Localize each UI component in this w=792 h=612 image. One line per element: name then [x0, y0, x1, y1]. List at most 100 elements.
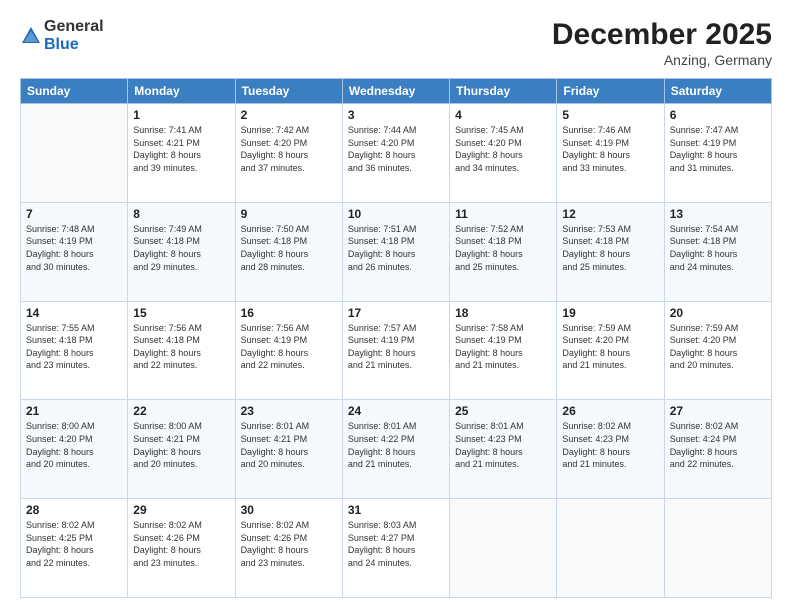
col-header-wednesday: Wednesday [342, 79, 449, 104]
day-info: Sunrise: 8:02 AM Sunset: 4:24 PM Dayligh… [670, 420, 766, 470]
day-info: Sunrise: 8:03 AM Sunset: 4:27 PM Dayligh… [348, 519, 444, 569]
header: General Blue December 2025 Anzing, Germa… [20, 18, 772, 68]
day-number: 30 [241, 503, 337, 517]
day-number: 10 [348, 207, 444, 221]
day-cell: 22Sunrise: 8:00 AM Sunset: 4:21 PM Dayli… [128, 400, 235, 499]
day-cell: 2 Sunrise: 7:42 AM Sunset: 4:20 PM Daylig… [235, 104, 342, 203]
col-header-friday: Friday [557, 79, 664, 104]
day-number: 15 [133, 306, 229, 320]
day-number: 3 [348, 108, 444, 122]
month-year: December 2025 [552, 18, 772, 52]
day-info: Sunrise: 7:49 AM Sunset: 4:18 PM Dayligh… [133, 223, 229, 273]
day-info: Sunrise: 8:00 AM Sunset: 4:20 PM Dayligh… [26, 420, 122, 470]
week-row-2: 7 Sunrise: 7:48 AM Sunset: 4:19 PM Daylig… [21, 202, 772, 301]
day-info: Sunrise: 7:58 AM Sunset: 4:19 PM Dayligh… [455, 322, 551, 372]
day-info: Sunrise: 7:59 AM Sunset: 4:20 PM Dayligh… [670, 322, 766, 372]
day-cell: 24Sunrise: 8:01 AM Sunset: 4:22 PM Dayli… [342, 400, 449, 499]
day-info: Sunrise: 7:59 AM Sunset: 4:20 PM Dayligh… [562, 322, 658, 372]
day-info: Sunrise: 7:46 AM Sunset: 4:19 PM Dayligh… [562, 124, 658, 174]
day-info: Sunrise: 7:47 AM Sunset: 4:19 PM Dayligh… [670, 124, 766, 174]
logo-general-text: General [44, 18, 104, 36]
day-info: Sunrise: 7:56 AM Sunset: 4:18 PM Dayligh… [133, 322, 229, 372]
day-info: Sunrise: 7:52 AM Sunset: 4:18 PM Dayligh… [455, 223, 551, 273]
day-cell: 31 Sunrise: 8:03 AM Sunset: 4:27 PM Dayli… [342, 499, 449, 598]
day-cell [557, 499, 664, 598]
day-number: 27 [670, 404, 766, 418]
day-number: 16 [241, 306, 337, 320]
day-info: Sunrise: 8:01 AM Sunset: 4:23 PM Dayligh… [455, 420, 551, 470]
day-info: Sunrise: 7:55 AM Sunset: 4:18 PM Dayligh… [26, 322, 122, 372]
day-cell: 20Sunrise: 7:59 AM Sunset: 4:20 PM Dayli… [664, 301, 771, 400]
day-cell: 19 Sunrise: 7:59 AM Sunset: 4:20 PM Dayli… [557, 301, 664, 400]
page: General Blue December 2025 Anzing, Germa… [0, 0, 792, 612]
col-header-sunday: Sunday [21, 79, 128, 104]
day-info: Sunrise: 7:42 AM Sunset: 4:20 PM Dayligh… [241, 124, 337, 174]
day-cell: 4 Sunrise: 7:45 AM Sunset: 4:20 PM Daylig… [450, 104, 557, 203]
day-info: Sunrise: 7:45 AM Sunset: 4:20 PM Dayligh… [455, 124, 551, 174]
day-cell: 29Sunrise: 8:02 AM Sunset: 4:26 PM Dayli… [128, 499, 235, 598]
col-header-thursday: Thursday [450, 79, 557, 104]
week-row-5: 28Sunrise: 8:02 AM Sunset: 4:25 PM Dayli… [21, 499, 772, 598]
header-row: SundayMondayTuesdayWednesdayThursdayFrid… [21, 79, 772, 104]
day-info: Sunrise: 7:53 AM Sunset: 4:18 PM Dayligh… [562, 223, 658, 273]
day-cell: 30 Sunrise: 8:02 AM Sunset: 4:26 PM Dayli… [235, 499, 342, 598]
day-number: 11 [455, 207, 551, 221]
day-cell: 23 Sunrise: 8:01 AM Sunset: 4:21 PM Dayli… [235, 400, 342, 499]
day-number: 7 [26, 207, 122, 221]
day-info: Sunrise: 7:41 AM Sunset: 4:21 PM Dayligh… [133, 124, 229, 174]
day-cell: 14 Sunrise: 7:55 AM Sunset: 4:18 PM Dayli… [21, 301, 128, 400]
day-cell [21, 104, 128, 203]
day-cell: 13Sunrise: 7:54 AM Sunset: 4:18 PM Dayli… [664, 202, 771, 301]
day-cell: 12 Sunrise: 7:53 AM Sunset: 4:18 PM Dayli… [557, 202, 664, 301]
day-number: 25 [455, 404, 551, 418]
day-number: 12 [562, 207, 658, 221]
day-cell: 5 Sunrise: 7:46 AM Sunset: 4:19 PM Daylig… [557, 104, 664, 203]
day-cell: 16 Sunrise: 7:56 AM Sunset: 4:19 PM Dayli… [235, 301, 342, 400]
day-info: Sunrise: 8:02 AM Sunset: 4:26 PM Dayligh… [241, 519, 337, 569]
day-number: 1 [133, 108, 229, 122]
logo: General Blue [20, 18, 104, 53]
day-cell: 17 Sunrise: 7:57 AM Sunset: 4:19 PM Dayli… [342, 301, 449, 400]
day-cell: 15 Sunrise: 7:56 AM Sunset: 4:18 PM Dayli… [128, 301, 235, 400]
day-cell: 28Sunrise: 8:02 AM Sunset: 4:25 PM Dayli… [21, 499, 128, 598]
day-info: Sunrise: 8:01 AM Sunset: 4:21 PM Dayligh… [241, 420, 337, 470]
logo-icon [20, 25, 42, 47]
day-info: Sunrise: 7:48 AM Sunset: 4:19 PM Dayligh… [26, 223, 122, 273]
day-cell: 26 Sunrise: 8:02 AM Sunset: 4:23 PM Dayli… [557, 400, 664, 499]
day-info: Sunrise: 7:56 AM Sunset: 4:19 PM Dayligh… [241, 322, 337, 372]
logo-blue-text: Blue [44, 36, 104, 54]
day-number: 17 [348, 306, 444, 320]
day-cell [450, 499, 557, 598]
day-number: 21 [26, 404, 122, 418]
day-info: Sunrise: 7:50 AM Sunset: 4:18 PM Dayligh… [241, 223, 337, 273]
day-info: Sunrise: 8:02 AM Sunset: 4:26 PM Dayligh… [133, 519, 229, 569]
day-cell: 1 Sunrise: 7:41 AM Sunset: 4:21 PM Daylig… [128, 104, 235, 203]
day-number: 19 [562, 306, 658, 320]
col-header-tuesday: Tuesday [235, 79, 342, 104]
day-number: 6 [670, 108, 766, 122]
day-cell: 7 Sunrise: 7:48 AM Sunset: 4:19 PM Daylig… [21, 202, 128, 301]
week-row-1: 1 Sunrise: 7:41 AM Sunset: 4:21 PM Daylig… [21, 104, 772, 203]
day-number: 4 [455, 108, 551, 122]
col-header-monday: Monday [128, 79, 235, 104]
day-cell: 27 Sunrise: 8:02 AM Sunset: 4:24 PM Dayli… [664, 400, 771, 499]
day-number: 8 [133, 207, 229, 221]
day-number: 2 [241, 108, 337, 122]
day-info: Sunrise: 8:02 AM Sunset: 4:23 PM Dayligh… [562, 420, 658, 470]
day-number: 13 [670, 207, 766, 221]
title-block: December 2025 Anzing, Germany [552, 18, 772, 68]
day-cell: 3 Sunrise: 7:44 AM Sunset: 4:20 PM Daylig… [342, 104, 449, 203]
day-number: 23 [241, 404, 337, 418]
day-number: 14 [26, 306, 122, 320]
day-number: 5 [562, 108, 658, 122]
day-number: 26 [562, 404, 658, 418]
day-info: Sunrise: 7:57 AM Sunset: 4:19 PM Dayligh… [348, 322, 444, 372]
day-cell: 8 Sunrise: 7:49 AM Sunset: 4:18 PM Daylig… [128, 202, 235, 301]
day-number: 24 [348, 404, 444, 418]
day-info: Sunrise: 7:51 AM Sunset: 4:18 PM Dayligh… [348, 223, 444, 273]
day-info: Sunrise: 7:44 AM Sunset: 4:20 PM Dayligh… [348, 124, 444, 174]
day-cell [664, 499, 771, 598]
day-number: 31 [348, 503, 444, 517]
week-row-4: 21 Sunrise: 8:00 AM Sunset: 4:20 PM Dayli… [21, 400, 772, 499]
day-number: 22 [133, 404, 229, 418]
